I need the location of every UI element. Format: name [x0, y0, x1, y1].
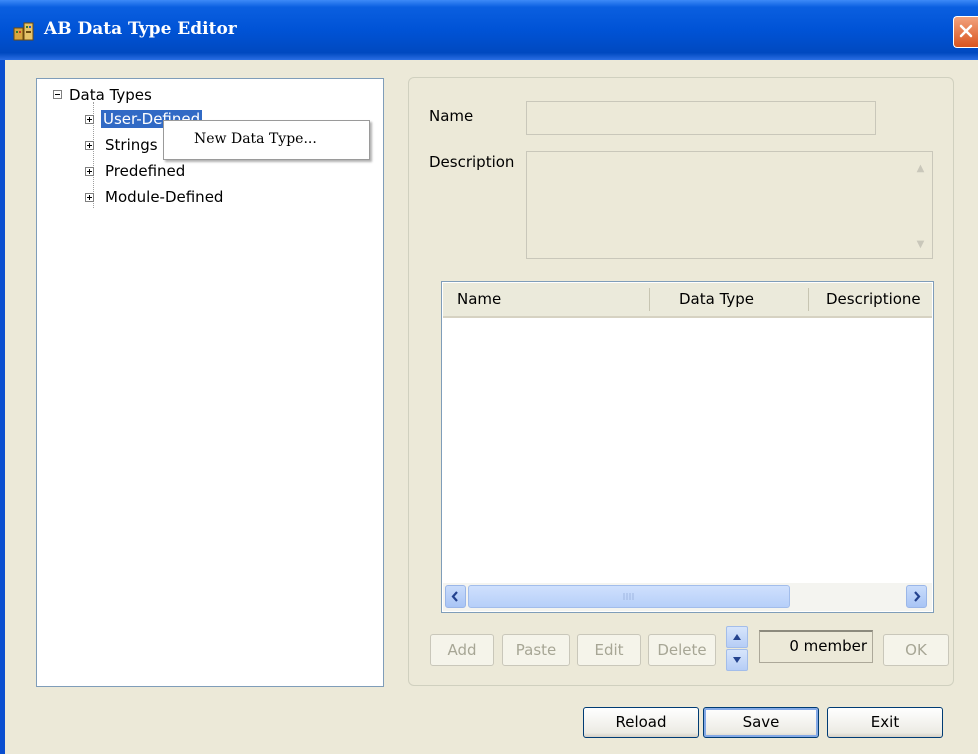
ok-button[interactable]: OK — [883, 634, 949, 666]
grid-header: Name Data Type Descriptione — [443, 283, 932, 318]
editor-window: AB Data Type Editor Data Types User-Defi… — [0, 0, 978, 754]
member-count: 0 member — [759, 630, 873, 663]
expand-icon[interactable] — [85, 141, 94, 150]
column-divider[interactable] — [649, 288, 650, 311]
edit-button[interactable]: Edit — [577, 634, 641, 666]
scroll-up-icon[interactable]: ▲ — [912, 160, 929, 177]
arrow-down-icon — [733, 657, 741, 663]
collapse-icon[interactable] — [53, 90, 62, 99]
save-button[interactable]: Save — [703, 707, 819, 738]
scroll-left-button[interactable] — [445, 585, 466, 608]
expand-icon[interactable] — [85, 167, 94, 176]
spin-up-button[interactable] — [726, 626, 748, 648]
context-menu: New Data Type... — [163, 120, 370, 160]
column-divider[interactable] — [808, 288, 809, 311]
scroll-right-icon — [914, 591, 921, 602]
column-description[interactable]: Descriptione — [826, 283, 921, 316]
reload-button[interactable]: Reload — [583, 707, 699, 738]
description-field[interactable]: ▲ ▼ — [526, 151, 933, 259]
window-title: AB Data Type Editor — [44, 19, 237, 39]
scroll-right-button[interactable] — [906, 585, 927, 608]
scroll-down-icon[interactable]: ▼ — [912, 236, 929, 253]
exit-button[interactable]: Exit — [827, 707, 943, 738]
expand-icon[interactable] — [85, 193, 94, 202]
close-icon — [959, 24, 973, 38]
name-field[interactable] — [526, 101, 876, 135]
title-bar[interactable]: AB Data Type Editor — [0, 0, 978, 60]
spin-down-button[interactable] — [726, 649, 748, 671]
horizontal-scrollbar[interactable] — [443, 583, 932, 611]
tree-item-predefined[interactable]: Predefined — [105, 162, 185, 180]
description-label: Description — [429, 153, 515, 171]
data-types-tree[interactable]: Data Types User-Defined Strings Predefin… — [36, 78, 384, 687]
member-spinner[interactable] — [726, 626, 748, 672]
expand-icon[interactable] — [85, 115, 94, 124]
tree-item-module-defined[interactable]: Module-Defined — [105, 188, 223, 206]
scroll-thumb[interactable] — [468, 585, 790, 608]
add-button[interactable]: Add — [430, 634, 494, 666]
menu-item-new-data-type[interactable]: New Data Type... — [194, 131, 317, 147]
paste-button[interactable]: Paste — [502, 634, 570, 666]
tree-root-data-types[interactable]: Data Types — [69, 86, 152, 104]
window-frame — [0, 60, 5, 754]
name-label: Name — [429, 107, 474, 125]
column-data-type[interactable]: Data Type — [679, 283, 754, 316]
scroll-left-icon — [451, 591, 458, 602]
description-scrollbar[interactable]: ▲ ▼ — [912, 156, 929, 256]
grip-icon — [623, 593, 634, 600]
data-type-app-icon — [13, 22, 34, 41]
tree-item-strings[interactable]: Strings — [105, 136, 158, 154]
column-name[interactable]: Name — [457, 283, 501, 316]
delete-button[interactable]: Delete — [648, 634, 716, 666]
close-button[interactable] — [953, 16, 978, 48]
members-grid[interactable]: Name Data Type Descriptione — [441, 281, 934, 613]
arrow-up-icon — [733, 634, 741, 640]
